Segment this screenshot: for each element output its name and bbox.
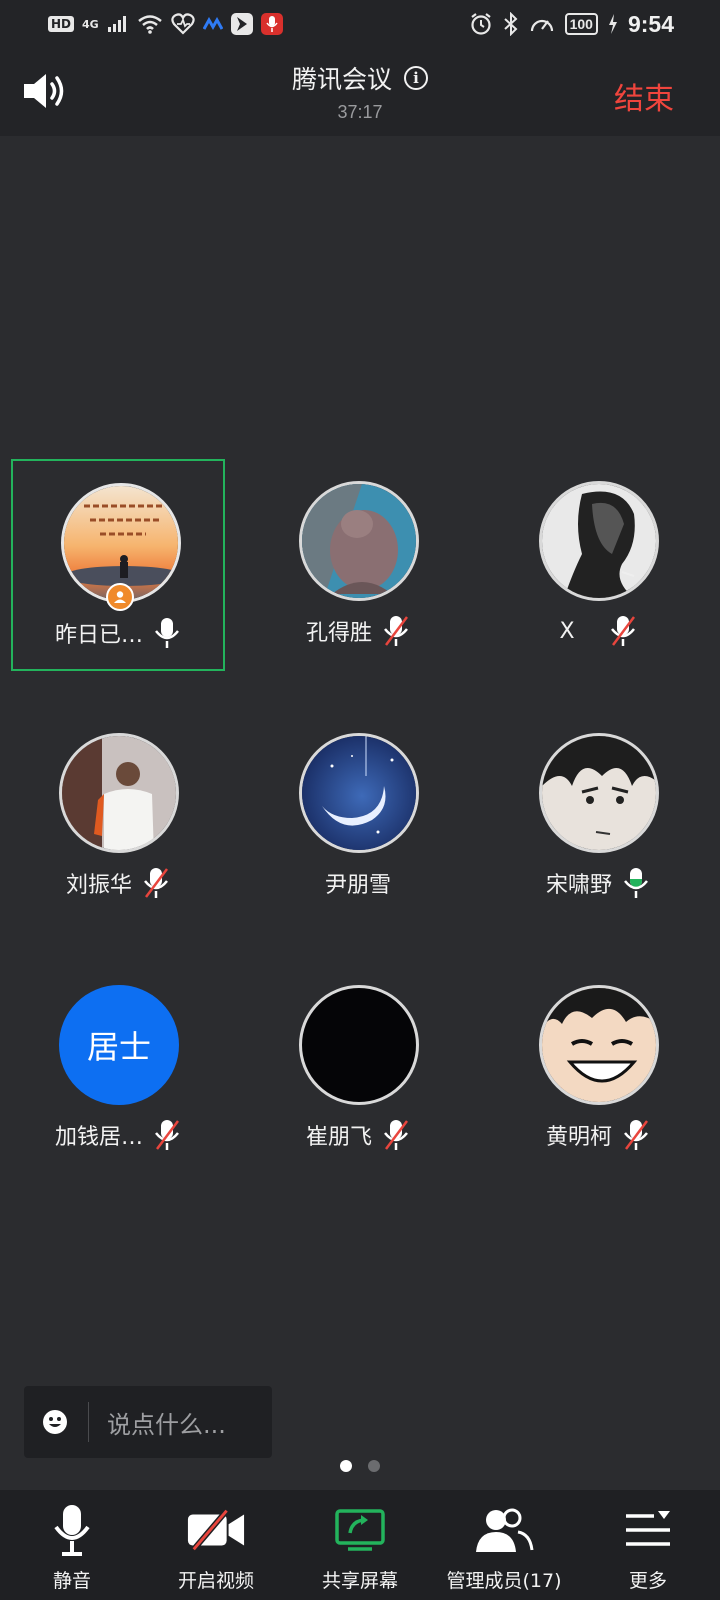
luffy-avatar-image [539,985,659,1105]
participant-name: X [559,618,575,644]
charging-icon [608,14,617,34]
participant-tile[interactable]: 居士 加钱居… [11,963,225,1175]
participant-tile[interactable]: 孔得胜 [251,459,465,671]
participant-tile[interactable]: X [491,459,705,671]
portrait-avatar-image [539,481,659,601]
participant-name: 崔朋飞 [305,1125,372,1150]
mute-button[interactable]: 静音 [0,1490,144,1600]
chat-input[interactable]: 说点什么... [24,1386,272,1458]
meeting-title-row[interactable]: 腾讯会议 i [292,60,428,96]
meeting-header: 腾讯会议 i 37:17 结束 [0,48,720,136]
participant-name: 尹朋雪 [324,873,391,898]
start-video-label: 开启视频 [177,1570,254,1592]
alarm-icon [470,13,491,35]
info-icon[interactable]: i [404,66,428,90]
meeting-timer: 37:17 [337,102,383,122]
mic-recording-icon [260,13,283,35]
more-button[interactable]: 更多 [576,1490,720,1600]
participant-tile[interactable]: 尹朋雪 [251,711,465,923]
app-icon [202,17,223,31]
mute-label: 静音 [52,1570,91,1592]
chat-divider [88,1402,89,1442]
manage-members-button[interactable]: 管理成员(17) [432,1490,576,1600]
app-icon [230,13,253,35]
photo-avatar-image [59,733,179,853]
participant-tile[interactable]: 昨日已… [11,459,225,671]
page-indicator [0,1460,720,1472]
manage-members-label: 管理成员(17) [446,1570,562,1592]
mic-muted-icon [624,1120,648,1150]
video-off-icon [187,1508,245,1552]
host-badge-icon [106,583,134,611]
more-menu-icon [626,1511,670,1546]
page-dot-active[interactable] [340,1460,352,1472]
bluetooth-icon [503,12,518,36]
more-label: 更多 [628,1570,667,1592]
end-meeting-button[interactable]: 结束 [614,74,674,118]
mic-muted-icon [384,1120,408,1150]
animal-avatar-image [299,481,419,601]
meeting-title: 腾讯会议 [291,65,392,94]
participant-tile[interactable]: 宋啸野 [491,711,705,923]
wifi-icon [137,15,162,34]
clock: 9:54 [627,10,674,37]
participant-name: 宋啸野 [545,873,612,898]
anime-avatar-image [539,733,659,853]
start-video-button[interactable]: 开启视频 [144,1490,288,1600]
emoji-icon[interactable] [42,1409,68,1435]
participant-name: 加钱居… [54,1125,143,1150]
chat-placeholder: 说点什么... [107,1410,226,1439]
status-bar: HD 4G 100 9:54 [0,0,720,48]
share-screen-icon [335,1509,385,1551]
share-screen-label: 共享屏幕 [321,1570,398,1592]
members-icon [476,1508,534,1552]
page-dot[interactable] [368,1460,380,1472]
participant-name: 刘振华 [65,873,132,898]
participant-name: 孔得胜 [305,621,372,646]
mic-muted-icon [144,868,168,898]
network-type: 4G [82,17,99,31]
mic-muted-icon [610,616,635,646]
bottom-toolbar: 静音 开启视频 共享屏幕 管理成员(17) 更多 [0,1490,720,1600]
battery-indicator: 100 [564,13,598,35]
speedometer-icon [530,19,553,32]
mic-muted-icon [155,1120,179,1150]
participant-tile[interactable]: 崔朋飞 [251,963,465,1175]
participant-tile[interactable]: 刘振华 [11,711,225,923]
title-area: 腾讯会议 i 37:17 [0,60,720,123]
mic-speaking-icon [624,868,648,898]
black-avatar-image [299,985,419,1105]
moon-avatar-image [299,733,419,853]
text-avatar: 居士 [59,985,179,1105]
heart-icon [171,13,195,35]
mic-on-icon [155,618,179,648]
signal-icon [107,16,126,32]
mic-muted-icon [384,616,408,646]
participant-name: 昨日已… [54,623,143,648]
participant-tile[interactable]: 黄明柯 [491,963,705,1175]
hd-badge: HD [48,16,75,32]
share-screen-button[interactable]: 共享屏幕 [288,1490,432,1600]
participant-name: 黄明柯 [545,1125,612,1150]
microphone-icon [54,1505,90,1556]
